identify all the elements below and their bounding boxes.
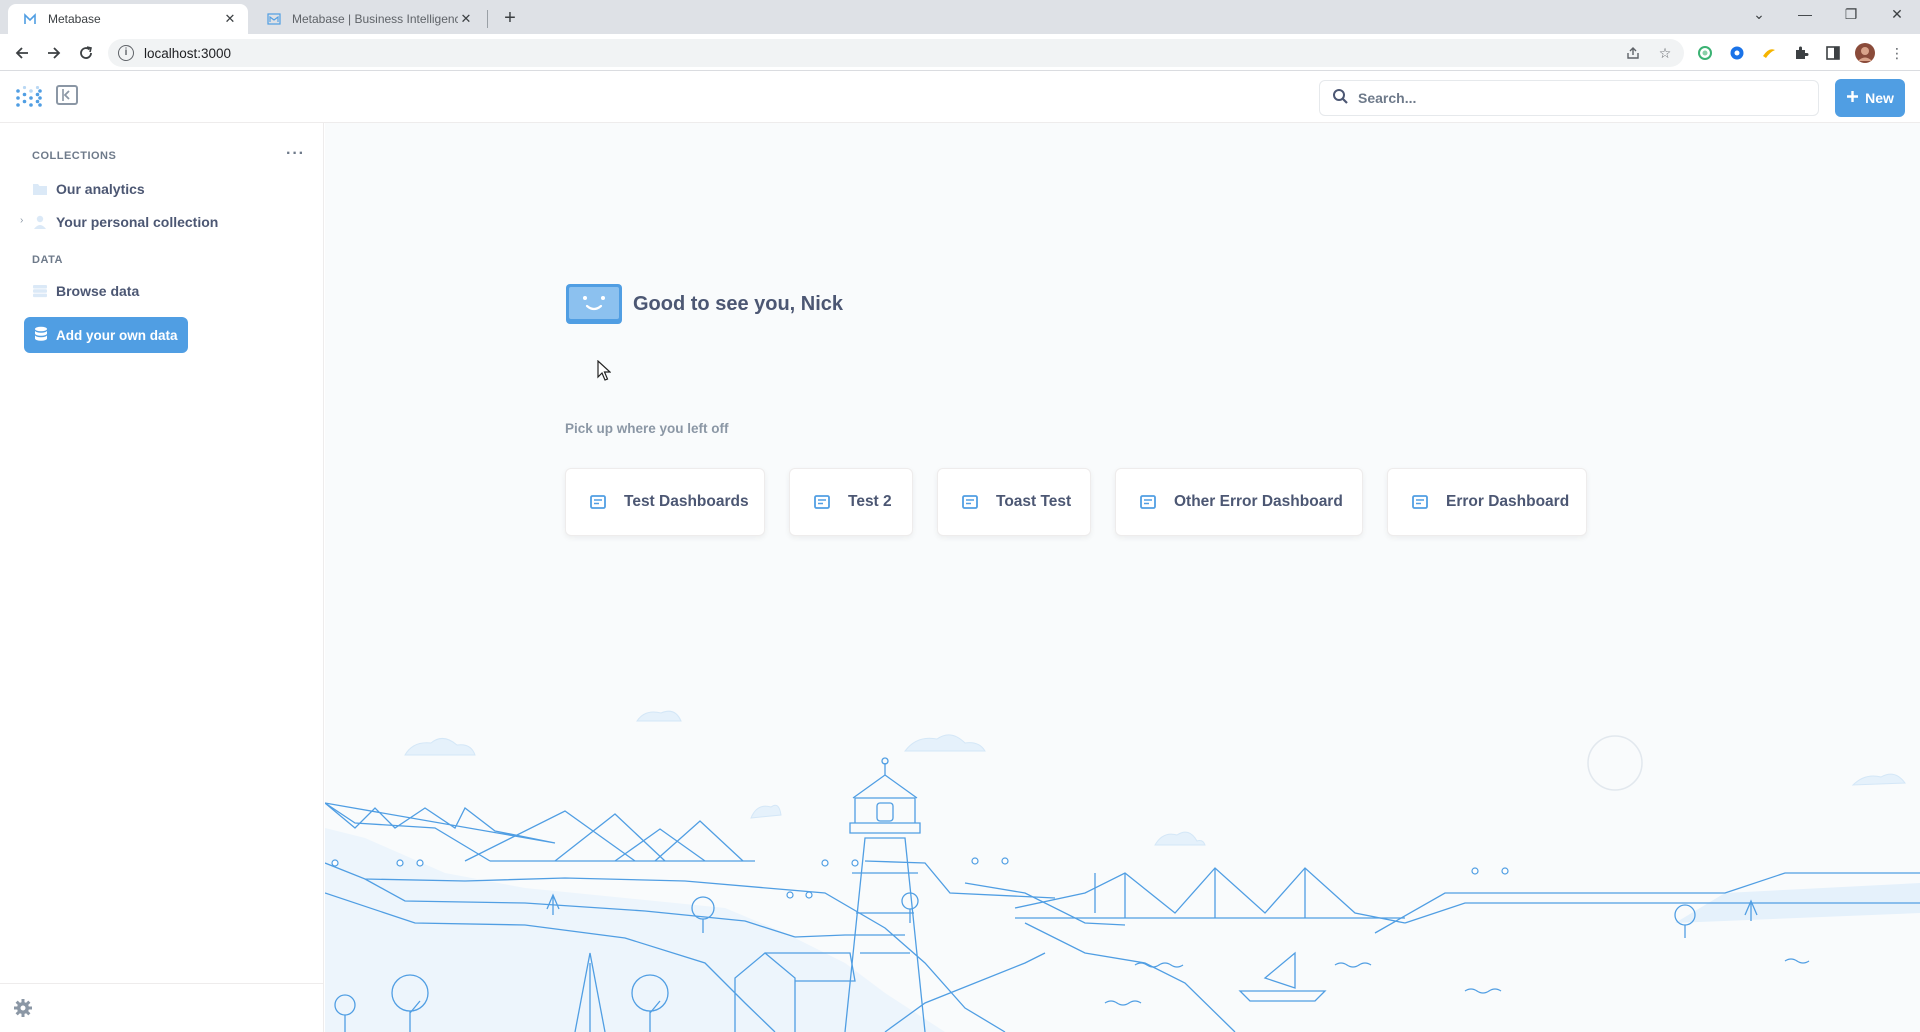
- dashboard-icon: [1140, 495, 1156, 509]
- search-icon: [1332, 88, 1348, 109]
- search-input[interactable]: [1358, 90, 1798, 106]
- close-window-icon[interactable]: ✕: [1874, 0, 1920, 30]
- sidebar-divider: [0, 983, 323, 984]
- collections-options-icon[interactable]: ···: [286, 145, 305, 163]
- sidebar-item-our-analytics[interactable]: Our analytics: [32, 175, 145, 203]
- restore-window-icon[interactable]: ❐: [1828, 0, 1874, 30]
- gear-icon[interactable]: [12, 997, 34, 1019]
- share-icon[interactable]: [1622, 42, 1644, 64]
- metabase-favicon-icon: [22, 11, 38, 27]
- sidebar-item-label: Your personal collection: [56, 214, 219, 230]
- tab-search-icon[interactable]: ⌄: [1736, 0, 1782, 30]
- sidebar-toggle-icon[interactable]: [56, 85, 78, 105]
- add-your-own-data-button[interactable]: Add your own data: [24, 317, 188, 353]
- back-icon[interactable]: [10, 41, 34, 65]
- new-button[interactable]: New: [1835, 79, 1905, 117]
- close-tab-icon[interactable]: ✕: [222, 11, 238, 27]
- browser-tab-bar: Metabase ✕ Metabase | Business Intellige…: [0, 0, 1920, 34]
- collections-heading: COLLECTIONS: [32, 150, 117, 162]
- address-bar[interactable]: i localhost:3000: [108, 39, 1684, 67]
- extensions-puzzle-icon[interactable]: [1790, 42, 1812, 64]
- recent-item-toast-test[interactable]: Toast Test: [937, 468, 1091, 536]
- recent-item-label: Error Dashboard: [1446, 493, 1570, 510]
- navigation-sidebar: COLLECTIONS ··· Our analytics › Your per…: [0, 123, 324, 1032]
- new-tab-button[interactable]: +: [498, 6, 522, 30]
- metabase-favicon-icon: [266, 11, 282, 27]
- reload-icon[interactable]: [74, 41, 98, 65]
- side-panel-icon[interactable]: [1822, 42, 1844, 64]
- profile-avatar[interactable]: [1854, 42, 1876, 64]
- new-button-label: New: [1865, 90, 1894, 106]
- browser-toolbar: i localhost:3000 ☆ ⋮: [0, 34, 1920, 71]
- home-page: Good to see you, Nick Pick up where you …: [325, 123, 1920, 1032]
- recent-item-label: Toast Test: [996, 493, 1072, 510]
- app-header: New: [0, 71, 1920, 123]
- sidebar-item-personal-collection[interactable]: Your personal collection: [32, 208, 218, 236]
- person-icon: [32, 215, 48, 229]
- pickup-heading: Pick up where you left off: [565, 421, 729, 436]
- expand-chevron-icon[interactable]: ›: [20, 215, 23, 226]
- recent-item-label: Test Dashboards: [624, 493, 749, 510]
- extension-blue-icon[interactable]: [1726, 42, 1748, 64]
- browser-tab-metabase[interactable]: Metabase ✕: [8, 4, 248, 34]
- recent-item-test-dashboards[interactable]: Test Dashboards: [565, 468, 765, 536]
- plus-icon: [1846, 90, 1859, 106]
- database-icon: [32, 284, 48, 298]
- sidebar-item-browse-data[interactable]: Browse data: [32, 277, 139, 305]
- dashboard-icon: [1412, 495, 1428, 509]
- sidebar-item-label: Browse data: [56, 283, 140, 299]
- browser-tab-business-intelligence[interactable]: Metabase | Business Intelligence ✕: [252, 4, 484, 34]
- recent-item-label: Other Error Dashboard: [1174, 493, 1343, 510]
- url-text: localhost:3000: [144, 45, 232, 61]
- greeting: Good to see you, Nick: [565, 283, 843, 325]
- recent-item-test-2[interactable]: Test 2: [789, 468, 913, 536]
- tab-title: Metabase: [48, 12, 101, 26]
- data-heading: DATA: [32, 254, 63, 266]
- greeting-text: Good to see you, Nick: [633, 292, 844, 315]
- add-data-label: Add your own data: [56, 327, 178, 343]
- recent-item-other-error-dashboard[interactable]: Other Error Dashboard: [1115, 468, 1363, 536]
- extension-yellow-icon[interactable]: [1758, 42, 1780, 64]
- site-info-icon[interactable]: i: [118, 45, 134, 61]
- browser-menu-icon[interactable]: ⋮: [1886, 42, 1908, 64]
- tab-separator: [487, 10, 488, 28]
- tab-title: Metabase | Business Intelligence: [292, 12, 458, 26]
- search-bar[interactable]: [1319, 80, 1819, 116]
- dashboard-icon: [962, 495, 978, 509]
- smiley-monitor-icon: [565, 283, 623, 325]
- folder-icon: [32, 182, 48, 196]
- close-tab-icon[interactable]: ✕: [458, 11, 474, 27]
- metabase-logo-icon[interactable]: [15, 85, 43, 110]
- bookmark-star-icon[interactable]: ☆: [1654, 42, 1676, 64]
- mouse-cursor-icon: [597, 359, 612, 387]
- recent-item-label: Test 2: [848, 493, 892, 510]
- minimize-window-icon[interactable]: —: [1782, 0, 1828, 30]
- sidebar-item-label: Our analytics: [56, 181, 145, 197]
- dashboard-icon: [590, 495, 606, 509]
- recent-item-error-dashboard[interactable]: Error Dashboard: [1387, 468, 1587, 536]
- extension-green-icon[interactable]: [1694, 42, 1716, 64]
- forward-icon[interactable]: [42, 41, 66, 65]
- dashboard-icon: [814, 495, 830, 509]
- database-icon: [34, 326, 48, 345]
- lighthouse-landscape-illustration: [325, 710, 1920, 1032]
